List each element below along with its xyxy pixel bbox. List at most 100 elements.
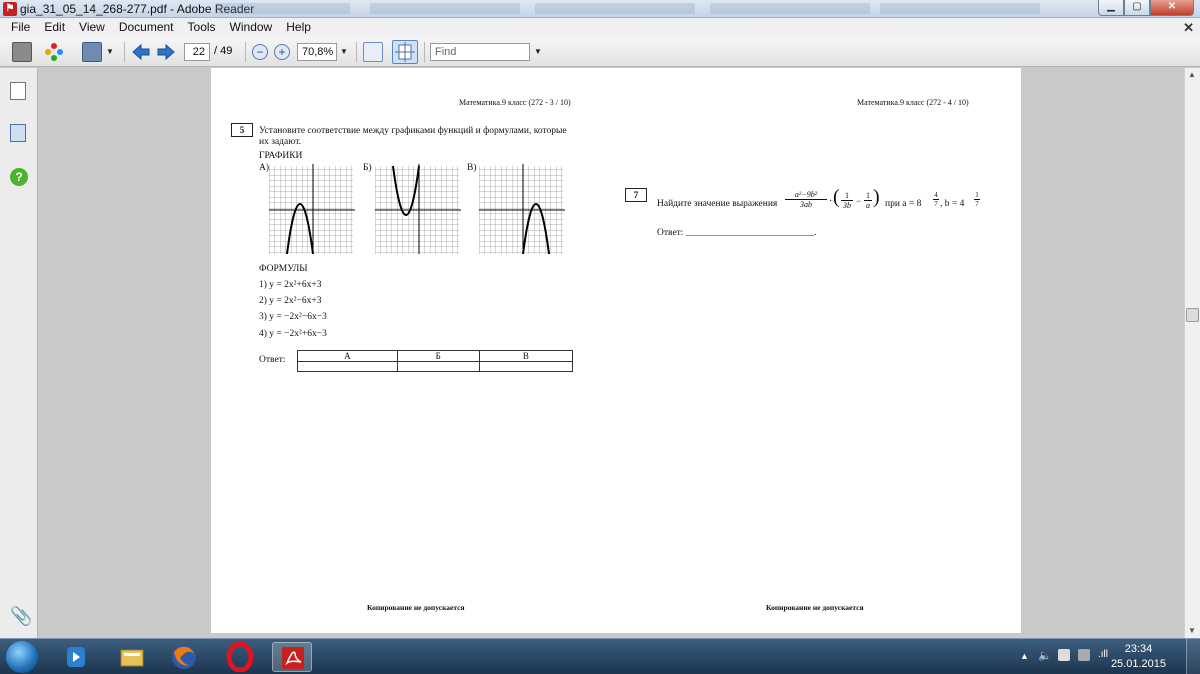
menu-view[interactable]: View	[72, 18, 112, 37]
question-number-box: 5	[231, 123, 253, 137]
fit-page-icon[interactable]	[392, 40, 418, 64]
paperclip-icon[interactable]: 📎	[10, 606, 32, 626]
blurred-tab	[370, 3, 520, 14]
vertical-scrollbar[interactable]: ▲ ▼	[1184, 68, 1200, 638]
find-input[interactable]: Find	[430, 43, 530, 61]
expression-numerator: a²−9b²	[785, 190, 827, 200]
graph-label-a: А)	[259, 163, 270, 173]
graph-b	[375, 164, 461, 254]
close-button[interactable]: ✕	[1150, 0, 1194, 16]
clock-date: 25.01.2015	[1110, 658, 1166, 670]
start-button[interactable]	[6, 641, 38, 673]
file-explorer-icon[interactable]	[112, 642, 152, 672]
blurred-tab	[535, 3, 695, 14]
sign-icon[interactable]	[82, 42, 102, 62]
page-total-label: / 49	[214, 45, 233, 57]
formula-4: 4) y = −2x²+6x−3	[259, 329, 327, 339]
answer-cell-b	[396, 361, 480, 372]
answer-label-q5: Ответ:	[259, 355, 286, 365]
fraction-1-den: 3b	[843, 201, 851, 210]
answer-cell-a	[297, 361, 398, 372]
show-desktop-button[interactable]	[1186, 639, 1200, 674]
formula-3: 3) y = −2x²−6x−3	[259, 312, 327, 322]
menu-file[interactable]: File	[4, 18, 37, 37]
blurred-tab	[880, 3, 1040, 14]
toolbar: ▼ 22 / 49 − + 70,8% ▼ Find ▼	[0, 37, 1200, 67]
b-fraction: 1 7	[974, 191, 980, 208]
action-center-icon[interactable]	[1058, 649, 1070, 661]
fraction-2: 1 a	[864, 191, 872, 210]
question-7-text: Найдите значение выражения	[657, 199, 778, 209]
menu-document[interactable]: Document	[112, 18, 181, 37]
document-close-icon[interactable]: ✕	[1183, 18, 1194, 37]
title-bar: ⚑ gia_31_05_14_268-277.pdf - Adobe Reade…	[0, 0, 1200, 18]
page-number-input[interactable]: 22	[184, 43, 210, 61]
fraction-2-num: 1	[864, 191, 872, 201]
a-fraction-den: 7	[934, 200, 938, 208]
graph-a	[269, 164, 355, 255]
menu-tools[interactable]: Tools	[181, 18, 223, 37]
network-icon[interactable]	[1078, 649, 1090, 661]
expression-dot: ·	[829, 196, 833, 207]
opera-icon[interactable]	[220, 641, 260, 673]
clock[interactable]: 23:34 25.01.2015	[1111, 642, 1166, 672]
question-7-b: , b = 4	[940, 199, 965, 209]
formulas-label: ФОРМУЛЫ	[259, 264, 308, 274]
zoom-in-icon[interactable]: +	[274, 44, 290, 60]
attachments-panel-icon[interactable]	[10, 124, 26, 142]
volume-icon[interactable]: 🔈	[1038, 649, 1052, 662]
menu-window[interactable]: Window	[223, 18, 280, 37]
clock-time: 23:34	[1124, 643, 1153, 655]
a-fraction-num: 4	[933, 191, 939, 200]
tray-expand-icon[interactable]: ▲	[1020, 651, 1029, 661]
answer-col-a: А	[297, 350, 398, 362]
media-player-icon[interactable]	[56, 642, 96, 672]
sign-dropdown-icon[interactable]: ▼	[104, 43, 116, 61]
scroll-up-icon[interactable]: ▲	[1188, 70, 1196, 79]
pages-panel-icon[interactable]	[10, 82, 26, 100]
menu-help[interactable]: Help	[279, 18, 318, 37]
print-icon[interactable]	[12, 42, 32, 62]
menu-edit[interactable]: Edit	[37, 18, 72, 37]
expression-fraction: a²−9b² 3ab	[785, 190, 827, 209]
graph-label-b: Б)	[363, 163, 372, 173]
formula-1: 1) y = 2x²+6x+3	[259, 280, 322, 290]
fit-width-icon[interactable]	[363, 42, 383, 62]
adobe-reader-icon: ⚑	[3, 2, 17, 16]
signal-icon[interactable]: .ıll	[1098, 649, 1108, 660]
adobe-reader-task-icon[interactable]	[272, 642, 312, 672]
right-page-header: Математика.9 класс (272 - 4 / 10)	[857, 98, 969, 107]
graph-v	[479, 164, 565, 255]
answer-label-q7: Ответ: ___________________________.	[657, 228, 817, 238]
scrollbar-thumb[interactable]	[1186, 308, 1199, 322]
fraction-minus: −	[856, 196, 862, 206]
scroll-down-icon[interactable]: ▼	[1188, 626, 1196, 635]
help-icon[interactable]: ?	[10, 168, 28, 186]
question-7-when: при a = 8	[885, 199, 922, 209]
fraction-2-den: a	[866, 201, 870, 210]
maximize-button[interactable]: ▢	[1124, 0, 1150, 16]
taskbar: ▲ 🔈 .ıll 23:34 25.01.2015	[0, 638, 1200, 674]
answer-table: А Б В	[297, 350, 574, 372]
zoom-out-icon[interactable]: −	[252, 44, 268, 60]
answer-cell-v	[478, 361, 574, 372]
graph-label-v: В)	[467, 163, 477, 173]
question-5-text-line2: их задают.	[259, 137, 302, 147]
right-page-footer: Копирование не допускается	[766, 603, 864, 612]
firefox-icon[interactable]	[164, 642, 204, 672]
next-page-icon[interactable]	[156, 42, 176, 62]
previous-page-icon[interactable]	[131, 42, 151, 62]
blurred-tab	[710, 3, 870, 14]
left-paren: (	[833, 186, 840, 208]
minimize-button[interactable]: ▁	[1098, 0, 1124, 16]
menu-bar: File Edit View Document Tools Window Hel…	[0, 18, 1200, 37]
formula-2: 2) y = 2x²−6x+3	[259, 296, 322, 306]
zoom-dropdown-icon[interactable]: ▼	[338, 43, 350, 61]
answer-col-b: Б	[396, 350, 480, 362]
find-dropdown-icon[interactable]: ▼	[532, 43, 544, 61]
b-fraction-num: 1	[974, 191, 980, 200]
collaborate-icon[interactable]	[44, 42, 64, 62]
right-paren: )	[873, 186, 880, 208]
b-fraction-den: 7	[975, 200, 979, 208]
zoom-input[interactable]: 70,8%	[297, 43, 337, 61]
